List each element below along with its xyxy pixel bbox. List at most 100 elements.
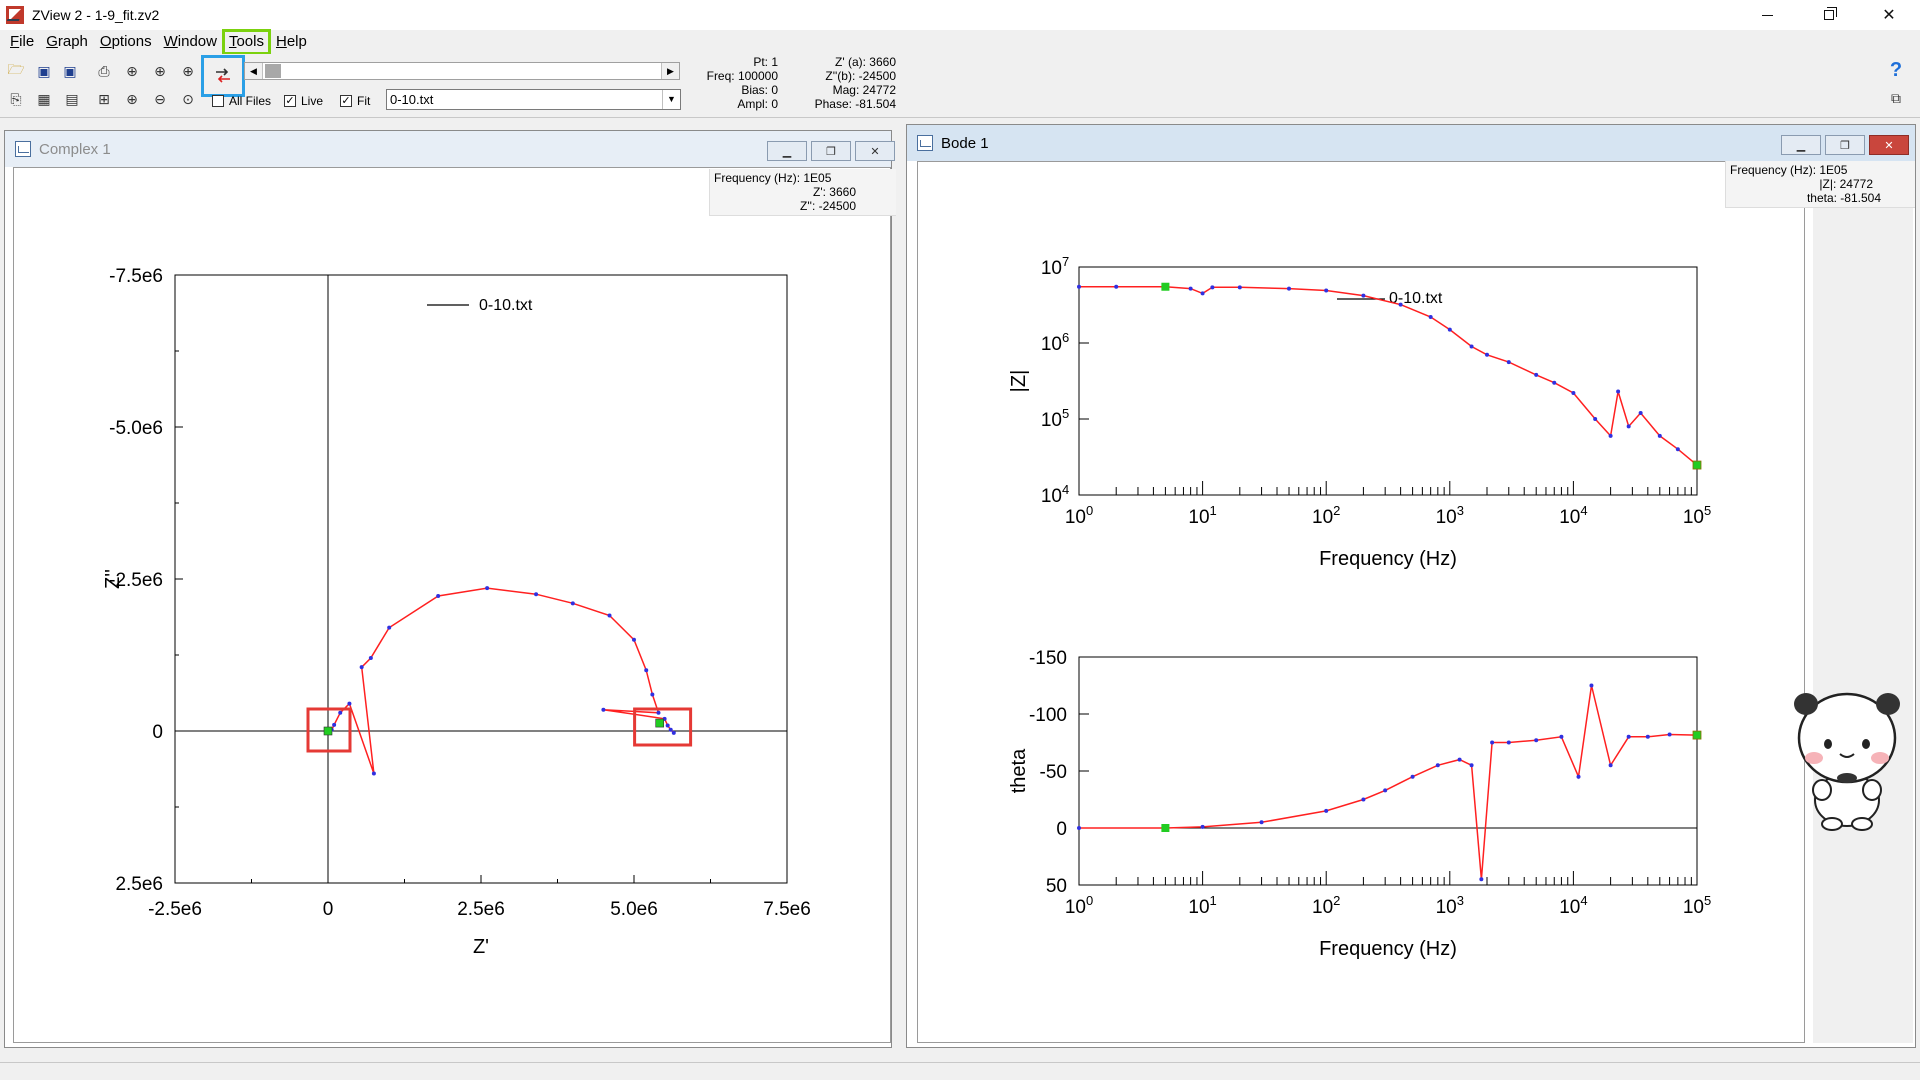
bode-mag-data-point xyxy=(1593,417,1598,421)
bode-phase-data-point xyxy=(1534,738,1539,743)
zoom-out-icon[interactable]: ⊖ xyxy=(148,87,172,111)
bode-phase-data-point xyxy=(1361,797,1366,802)
all-files-box[interactable] xyxy=(212,95,224,107)
close-button[interactable]: ✕ xyxy=(1866,0,1912,30)
bode-phase-x-tick-label: 102 xyxy=(1312,893,1340,918)
bode-phase-data-point xyxy=(1077,826,1081,830)
bode-mag-x-tick-label: 101 xyxy=(1188,503,1216,528)
data-point-scrollbar[interactable]: ◀ ▶ xyxy=(244,62,680,80)
bode-phase-data-point xyxy=(1589,683,1594,688)
save-icon[interactable]: ▣ xyxy=(32,59,56,83)
fit-box[interactable]: ✓ xyxy=(340,95,352,107)
open-icon[interactable]: 🗁 xyxy=(4,59,28,83)
restore-icon xyxy=(1824,7,1837,20)
bode-mag-data-point xyxy=(1657,433,1662,438)
complex-x-tick-label: -2.5e6 xyxy=(148,899,202,920)
axis-icon[interactable]: ⊞ xyxy=(92,87,116,111)
complex-y-tick-label: 2.5e6 xyxy=(115,874,163,895)
bode-mag-data-point xyxy=(1428,314,1433,319)
complex-x-tick-label: 0 xyxy=(323,899,334,920)
bode-mag-data-point xyxy=(1286,286,1291,291)
graph-properties-icon[interactable]: ▤ xyxy=(60,87,84,111)
bode-mag-x-tick-label: 103 xyxy=(1436,503,1464,528)
bode-phase-data-point xyxy=(1667,732,1672,737)
bode-mag-y-tick-label: 107 xyxy=(1041,254,1069,279)
zoom-reset-icon[interactable]: ⊙ xyxy=(176,87,200,111)
panda-mascot-sticker xyxy=(1794,692,1900,831)
complex-fit-line xyxy=(328,587,675,774)
bode-mag-data-point xyxy=(1188,286,1193,291)
bode-phase-data-point xyxy=(1559,734,1564,739)
bode-phase-data-point xyxy=(1608,763,1613,768)
bode-mag-data-point xyxy=(1200,291,1205,296)
context-help-icon[interactable]: ⧉ xyxy=(1884,86,1908,110)
bode-phase-x-tick-label: 100 xyxy=(1065,893,1093,918)
bode-mag-y-tick-label: 106 xyxy=(1041,330,1069,355)
help-icon[interactable]: ? xyxy=(1884,58,1908,82)
live-checkbox[interactable]: ✓ Live xyxy=(284,94,323,108)
menu-graph[interactable]: Graph xyxy=(40,30,94,54)
zview-app-icon xyxy=(6,6,24,24)
bode-mag-data-point xyxy=(1114,284,1119,289)
bode-phase-data-point xyxy=(1457,757,1462,762)
bode-mag-data-point xyxy=(1324,288,1329,293)
bode-phase-x-axis-label: Frequency (Hz) xyxy=(1319,938,1457,960)
bode-phase-fit-line xyxy=(1079,685,1698,880)
complex-plot-frame xyxy=(174,274,788,884)
bode-phase-data-point xyxy=(1645,734,1650,739)
complex-data-point xyxy=(368,656,373,661)
bode-phase-y-axis-label: theta xyxy=(1008,748,1030,793)
menu-help[interactable]: Help xyxy=(270,30,313,54)
bode-mag-data-point xyxy=(1506,360,1511,365)
title-bar: ZView 2 - 1-9_fit.zv2 ✕ xyxy=(0,0,1920,30)
complex-data-point xyxy=(668,727,673,732)
bode-mag-data-point xyxy=(1485,352,1490,357)
complex-window: Complex 1 ▁ ❐ ✕ Frequency (Hz): 1E05 Z':… xyxy=(4,130,896,1049)
bode-phase-data-point xyxy=(1469,763,1474,768)
swap-arrows-icon[interactable] xyxy=(201,55,245,97)
fit-checkbox[interactable]: ✓ Fit xyxy=(340,94,370,108)
import-icon[interactable]: ⎘ xyxy=(4,87,28,111)
restore-button[interactable] xyxy=(1806,0,1852,30)
zoom-region-icon[interactable]: ⊕ xyxy=(148,59,172,83)
bode-mag-data-point xyxy=(1616,389,1621,394)
zoom-in-icon[interactable]: ⊕ xyxy=(120,87,144,111)
complex-y-tick-label: -7.5e6 xyxy=(109,266,163,287)
menu-file[interactable]: File xyxy=(4,30,40,54)
menu-options[interactable]: Options xyxy=(94,30,158,54)
complex-x-tick-label: 7.5e6 xyxy=(763,899,811,920)
all-files-checkbox[interactable]: All Files xyxy=(212,94,271,108)
complex-y-tick-label: 0 xyxy=(152,722,163,743)
complex-chart[interactable]: -2.5e6 0 2.5e6 5.0e6 7.5e6-7.5e6-5.0e6-2.5e6… xyxy=(5,131,893,1049)
zoom-range-icon[interactable]: ⊕ xyxy=(176,59,200,83)
complex-x-axis-label: Z' xyxy=(473,936,489,958)
file-select[interactable]: 0-10.txt ▼ xyxy=(386,89,681,110)
complex-data-point xyxy=(332,722,337,727)
bode-mag-data-point xyxy=(1210,285,1215,290)
bode-mag-marker-low xyxy=(1161,282,1170,291)
bode-phase-data-point xyxy=(1435,763,1440,768)
complex-origin-point-marker xyxy=(323,726,333,736)
bode-window: Bode 1 ▁ ❐ ✕ Frequency (Hz): 1E05 |Z|: 2… xyxy=(906,124,1916,1048)
bode-phase-data-point xyxy=(1506,740,1511,745)
complex-data-point xyxy=(601,707,606,712)
data-table-icon[interactable]: ▦ xyxy=(32,87,56,111)
point-info-left: Pt: 1 Freq: 100000 Bias: 0 Ampl: 0 xyxy=(706,55,778,111)
bode-mag-data-point xyxy=(1469,344,1474,349)
bode-mag-data-point xyxy=(1638,410,1643,415)
bode-mag-data-point xyxy=(1675,447,1680,452)
print-icon[interactable]: ⎙ xyxy=(92,59,116,83)
scroll-left-icon[interactable]: ◀ xyxy=(245,63,263,79)
menu-window[interactable]: Window xyxy=(158,30,223,54)
minimize-button[interactable] xyxy=(1744,0,1790,30)
live-box[interactable]: ✓ xyxy=(284,95,296,107)
scroll-right-icon[interactable]: ▶ xyxy=(661,63,679,79)
swap-arrows-glyph xyxy=(216,68,230,83)
zoom-fit-icon[interactable]: ⊕ xyxy=(120,59,144,83)
bode-chart[interactable]: 100 101 102 103 104 105 104 105 106 107 |Z| Frequen… xyxy=(907,125,1917,1049)
scroll-thumb[interactable] xyxy=(265,64,281,78)
menu-tools[interactable]: Tools xyxy=(221,29,272,55)
chevron-down-icon[interactable]: ▼ xyxy=(662,90,680,109)
bode-phase-y-tick-label: -50 xyxy=(1040,762,1067,783)
save-all-icon[interactable]: ▣ xyxy=(58,59,82,83)
